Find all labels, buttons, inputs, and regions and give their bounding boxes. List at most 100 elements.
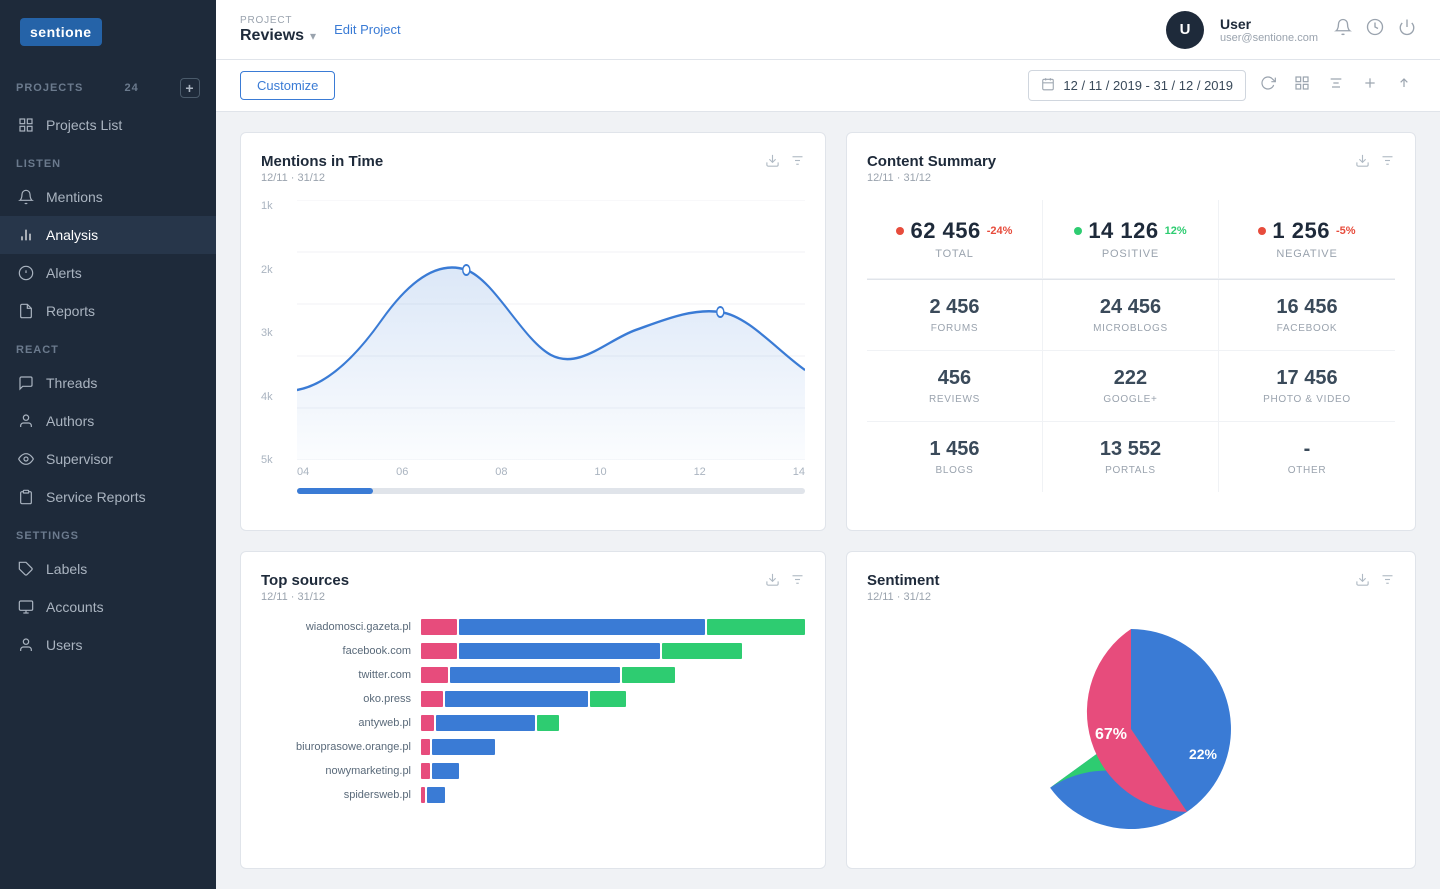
bar-segment-pink xyxy=(421,667,448,683)
google-value: 222 xyxy=(1053,367,1208,390)
sidebar-item-users[interactable]: Users xyxy=(0,626,216,664)
download-icon[interactable] xyxy=(765,153,780,172)
project-label: PROJECT xyxy=(240,15,316,26)
other-label: OTHER xyxy=(1229,465,1385,476)
power-icon[interactable] xyxy=(1398,18,1416,41)
message-icon xyxy=(16,373,36,393)
positive-dot xyxy=(1074,227,1082,235)
svg-text:22%: 22% xyxy=(1189,746,1218,762)
facebook-label: FACEBOOK xyxy=(1229,323,1385,334)
refresh-icon[interactable] xyxy=(1256,71,1280,100)
project-selector[interactable]: Reviews ▾ xyxy=(240,27,316,45)
total-label: TOTAL xyxy=(877,248,1032,260)
bar-track xyxy=(421,619,805,635)
header-icons xyxy=(1334,18,1416,41)
settings-section-header: SETTINGS xyxy=(0,516,216,550)
clock-icon[interactable] xyxy=(1366,18,1384,41)
reviews-label: REVIEWS xyxy=(877,394,1032,405)
positive-value: 14 126 xyxy=(1088,218,1158,244)
sidebar-item-label: Reports xyxy=(46,303,95,319)
filter-icon[interactable] xyxy=(790,572,805,591)
download-icon[interactable] xyxy=(1355,153,1370,172)
add-widget-icon[interactable] xyxy=(1358,71,1382,100)
sidebar-item-accounts[interactable]: Accounts xyxy=(0,588,216,626)
user-info: User user@sentione.com xyxy=(1220,16,1318,44)
bar-label: wiadomosci.gazeta.pl xyxy=(261,621,421,633)
sidebar-item-label: Alerts xyxy=(46,265,82,281)
forums-label: FORUMS xyxy=(877,323,1032,334)
microblogs-label: MICROBLOGS xyxy=(1053,323,1208,334)
top-sources-card: Top sources 12/11 · 31/12 wiadomosci.gaz… xyxy=(240,551,826,870)
filter-icon[interactable] xyxy=(1380,153,1395,172)
sidebar-item-mentions[interactable]: Mentions xyxy=(0,178,216,216)
card-header: Sentiment 12/11 · 31/12 xyxy=(867,572,1395,603)
bar-chart: wiadomosci.gazeta.pl facebook.com twitter.… xyxy=(261,619,805,803)
stat-blogs: 1 456 BLOGS xyxy=(867,422,1043,492)
bar-track xyxy=(421,763,805,779)
add-project-button[interactable]: + xyxy=(180,78,200,98)
summary-item-positive: 14 126 12% POSITIVE xyxy=(1043,200,1219,279)
customize-button[interactable]: Customize xyxy=(240,71,335,100)
bar-track xyxy=(421,787,805,803)
react-section-header: REACT xyxy=(0,330,216,364)
stat-reviews: 456 REVIEWS xyxy=(867,351,1043,421)
chart-scrollbar[interactable] xyxy=(297,488,805,494)
notifications-icon[interactable] xyxy=(1334,18,1352,41)
download-icon[interactable] xyxy=(1355,572,1370,591)
mentions-chart: 5k 4k 3k 2k 1k xyxy=(261,200,805,500)
bar-row: twitter.com xyxy=(261,667,805,683)
bar-row: biuroprasowe.orange.pl xyxy=(261,739,805,755)
filter-icon[interactable] xyxy=(790,153,805,172)
sidebar-item-service-reports[interactable]: Service Reports xyxy=(0,478,216,516)
reviews-value: 456 xyxy=(877,367,1032,390)
portals-value: 13 552 xyxy=(1053,438,1208,461)
card-header-icons xyxy=(1355,572,1395,591)
settings-icon[interactable] xyxy=(1324,71,1348,100)
bar-segment-blue xyxy=(427,787,445,803)
sidebar-item-labels[interactable]: Labels xyxy=(0,550,216,588)
sidebar-item-alerts[interactable]: Alerts xyxy=(0,254,216,292)
edit-project-link[interactable]: Edit Project xyxy=(334,22,400,37)
bar-label: nowymarketing.pl xyxy=(261,765,421,777)
file-icon xyxy=(16,301,36,321)
sidebar-item-analysis[interactable]: Analysis xyxy=(0,216,216,254)
card-header: Top sources 12/11 · 31/12 xyxy=(261,572,805,603)
microblogs-value: 24 456 xyxy=(1053,296,1208,319)
chart-svg xyxy=(297,200,805,460)
bar-track xyxy=(421,715,805,731)
logo-area: sentione xyxy=(0,0,216,64)
project-name: Reviews xyxy=(240,27,304,45)
person-icon xyxy=(16,635,36,655)
bar-segment-pink xyxy=(421,739,430,755)
filter-icon[interactable] xyxy=(1380,572,1395,591)
export-icon[interactable] xyxy=(1392,71,1416,100)
bar-segment-green xyxy=(622,667,676,683)
date-range-text: 12 / 11 / 2019 - 31 / 12 / 2019 xyxy=(1063,78,1233,93)
bar-segment-green xyxy=(590,691,626,707)
sidebar-item-projects-list[interactable]: Projects List xyxy=(0,106,216,144)
date-range-button[interactable]: 12 / 11 / 2019 - 31 / 12 / 2019 xyxy=(1028,70,1246,101)
grid-view-icon[interactable] xyxy=(1290,71,1314,100)
stats-row-3: 1 456 BLOGS 13 552 PORTALS - OTHER xyxy=(867,422,1395,492)
toolbar-right: 12 / 11 / 2019 - 31 / 12 / 2019 xyxy=(1028,70,1416,101)
sidebar-item-reports[interactable]: Reports xyxy=(0,292,216,330)
sidebar-item-threads[interactable]: Threads xyxy=(0,364,216,402)
stat-microblogs: 24 456 MICROBLOGS xyxy=(1043,280,1219,350)
sentiment-card: Sentiment 12/11 · 31/12 xyxy=(846,551,1416,870)
blogs-label: BLOGS xyxy=(877,465,1032,476)
tag-icon xyxy=(16,559,36,579)
user-circle-icon xyxy=(16,411,36,431)
download-icon[interactable] xyxy=(765,572,780,591)
bar-label: facebook.com xyxy=(261,645,421,657)
card-title: Mentions in Time xyxy=(261,153,383,170)
sidebar-item-authors[interactable]: Authors xyxy=(0,402,216,440)
card-header-icons xyxy=(765,572,805,591)
content-grid: Mentions in Time 12/11 · 31/12 5k 4k xyxy=(216,112,1440,889)
stat-portals: 13 552 PORTALS xyxy=(1043,422,1219,492)
user-name: User xyxy=(1220,16,1318,32)
bar-label: spidersweb.pl xyxy=(261,789,421,801)
card-title: Sentiment xyxy=(867,572,940,589)
sidebar-item-label: Accounts xyxy=(46,599,104,615)
bar-label: twitter.com xyxy=(261,669,421,681)
sidebar-item-supervisor[interactable]: Supervisor xyxy=(0,440,216,478)
